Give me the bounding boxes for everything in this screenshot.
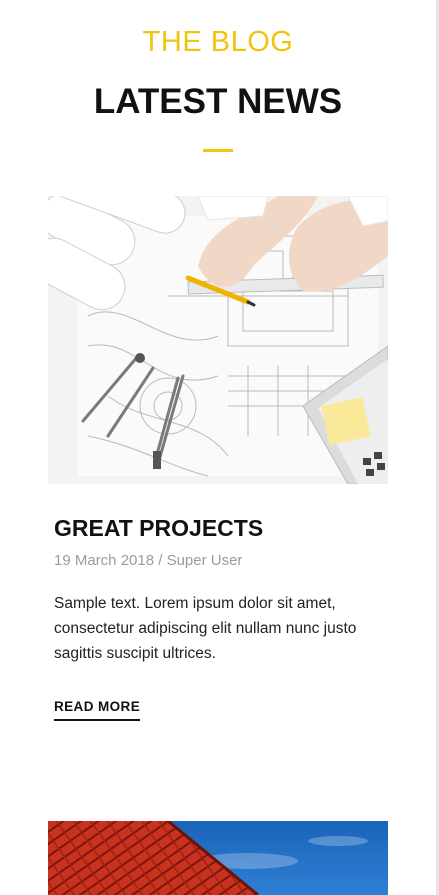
post-title[interactable]: GREAT PROJECTS (54, 513, 263, 543)
post-image[interactable] (48, 821, 388, 895)
post-excerpt: Sample text. Lorem ipsum dolor sit amet,… (54, 595, 357, 662)
section-kicker: THE BLOG (142, 26, 294, 58)
title-underline (203, 149, 233, 152)
read-more-link[interactable]: READ MORE (54, 697, 141, 721)
section-title: LATEST NEWS (93, 82, 343, 121)
post-meta: 19 March 2018 / Super User (54, 552, 243, 569)
post-image[interactable] (48, 196, 388, 484)
